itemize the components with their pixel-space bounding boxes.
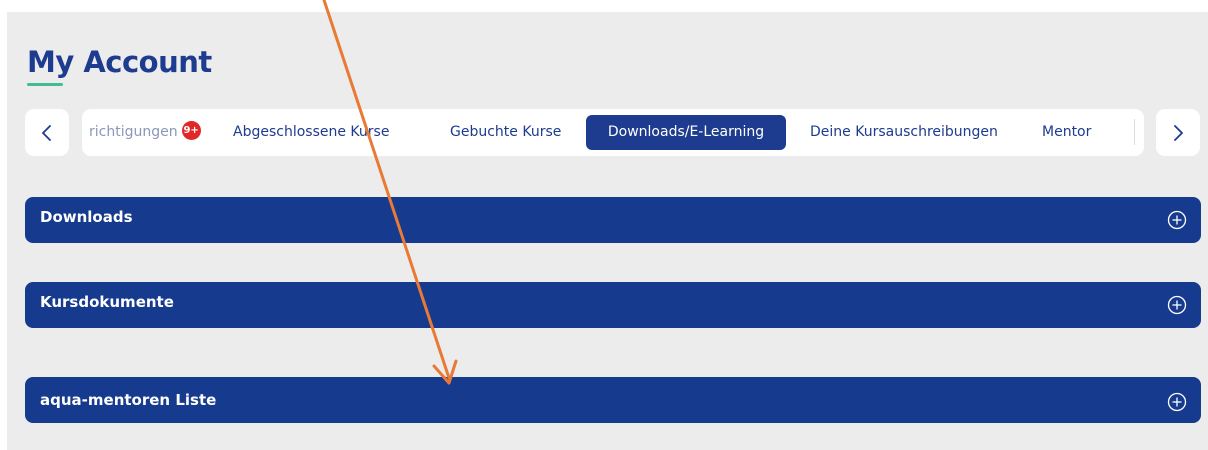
chevron-left-icon — [42, 124, 51, 141]
tabs-prev-button[interactable] — [25, 109, 69, 156]
tab-mentor[interactable]: Mentor — [1042, 115, 1091, 150]
title-underline — [27, 83, 63, 86]
account-tabs: richtigungen 9+ Abgeschlossene Kurse Gebu… — [82, 109, 1144, 156]
tab-divider — [1134, 119, 1135, 145]
accordion-downloads[interactable]: Downloads — [25, 197, 1201, 243]
plus-circle-icon[interactable] — [1167, 392, 1187, 412]
tab-downloads-e-learning[interactable]: Downloads/E-Learning — [586, 115, 786, 150]
plus-circle-icon[interactable] — [1167, 210, 1187, 230]
page-title: My Account — [27, 45, 212, 79]
tab-abgeschlossene-kurse[interactable]: Abgeschlossene Kurse — [233, 115, 389, 150]
tab-benachrichtigungen[interactable]: richtigungen 9+ — [89, 115, 201, 150]
accordion-label: Kursdokumente — [40, 293, 174, 311]
accordion-label: Downloads — [40, 208, 133, 226]
accordion-aqua-mentoren-liste[interactable]: aqua-mentoren Liste — [25, 377, 1201, 423]
tab-gebuchte-kurse[interactable]: Gebuchte Kurse — [450, 115, 561, 150]
plus-circle-icon[interactable] — [1167, 295, 1187, 315]
tab-deine-kursauschreibungen[interactable]: Deine Kursauschreibungen — [810, 115, 998, 150]
accordion-kursdokumente[interactable]: Kursdokumente — [25, 282, 1201, 328]
notification-badge: 9+ — [181, 121, 201, 140]
tab-label: richtigungen — [89, 124, 178, 140]
tabs-next-button[interactable] — [1156, 109, 1200, 156]
accordion-label: aqua-mentoren Liste — [40, 391, 217, 409]
chevron-right-icon — [1174, 124, 1183, 141]
